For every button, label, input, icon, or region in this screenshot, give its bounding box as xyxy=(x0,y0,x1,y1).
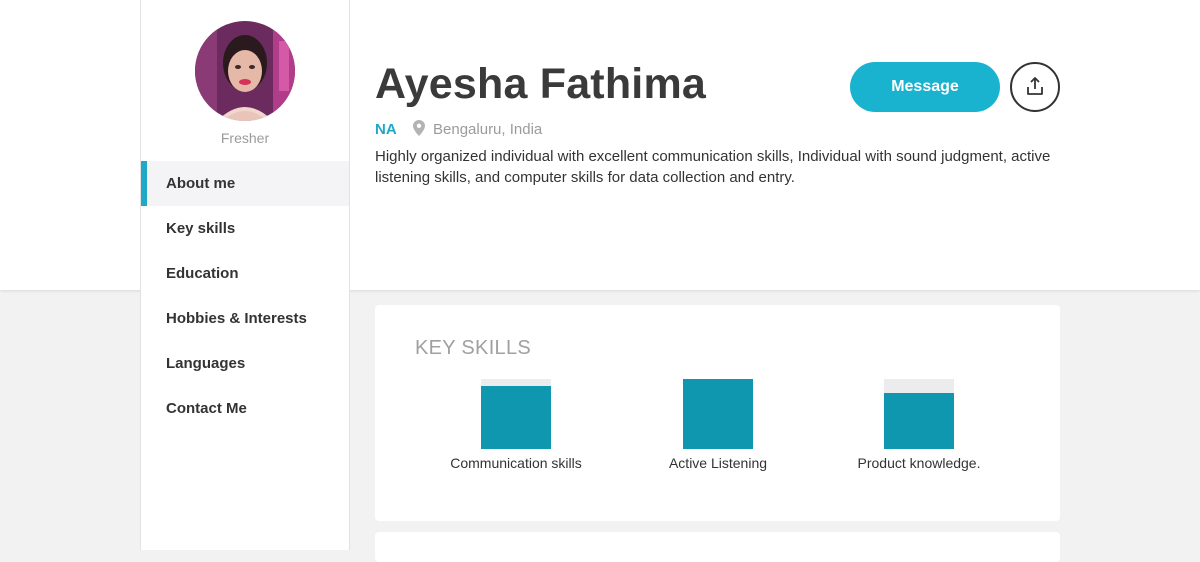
sidebar: Fresher About me Key skills Education Ho… xyxy=(140,0,350,550)
share-upload-icon xyxy=(1025,76,1045,99)
skill-label: Product knowledge. xyxy=(857,455,981,471)
next-section-card xyxy=(375,532,1060,562)
sidebar-item-about-me[interactable]: About me xyxy=(141,161,349,206)
profile-title-tag: NA xyxy=(375,121,397,138)
avatar xyxy=(195,21,295,121)
skill-item: Product knowledge. xyxy=(829,379,1009,471)
skill-level-track xyxy=(683,379,753,449)
skill-item: Communication skills xyxy=(426,379,606,471)
skill-level-track xyxy=(884,379,954,449)
sidebar-item-hobbies-interests[interactable]: Hobbies & Interests xyxy=(141,296,349,341)
profile-status: Fresher xyxy=(220,130,270,146)
location-pin-icon xyxy=(412,120,425,140)
sidebar-nav: About me Key skills Education Hobbies & … xyxy=(141,161,349,431)
sidebar-item-contact-me[interactable]: Contact Me xyxy=(141,386,349,431)
skill-level-track xyxy=(481,379,551,449)
sidebar-item-languages[interactable]: Languages xyxy=(141,341,349,386)
skill-level-bar xyxy=(481,386,551,449)
skill-label: Communication skills xyxy=(450,455,582,471)
skill-label: Active Listening xyxy=(668,455,768,471)
share-button[interactable] xyxy=(1010,62,1060,112)
sidebar-item-education[interactable]: Education xyxy=(141,251,349,296)
key-skills-card: KEY SKILLS Communication skills Active L… xyxy=(375,305,1060,521)
profile-name: Ayesha Fathima xyxy=(375,60,706,108)
profile-bio: Highly organized individual with excelle… xyxy=(375,148,1051,186)
skill-item: Active Listening xyxy=(628,379,808,471)
message-button[interactable]: Message xyxy=(850,62,1000,112)
profile-meta: NA Bengaluru, India xyxy=(375,120,542,140)
key-skills-title: KEY SKILLS xyxy=(415,337,532,359)
skill-level-bar xyxy=(884,393,954,449)
sidebar-item-key-skills[interactable]: Key skills xyxy=(141,206,349,251)
skill-level-bar xyxy=(683,379,753,449)
profile-location: Bengaluru, India xyxy=(433,121,543,138)
